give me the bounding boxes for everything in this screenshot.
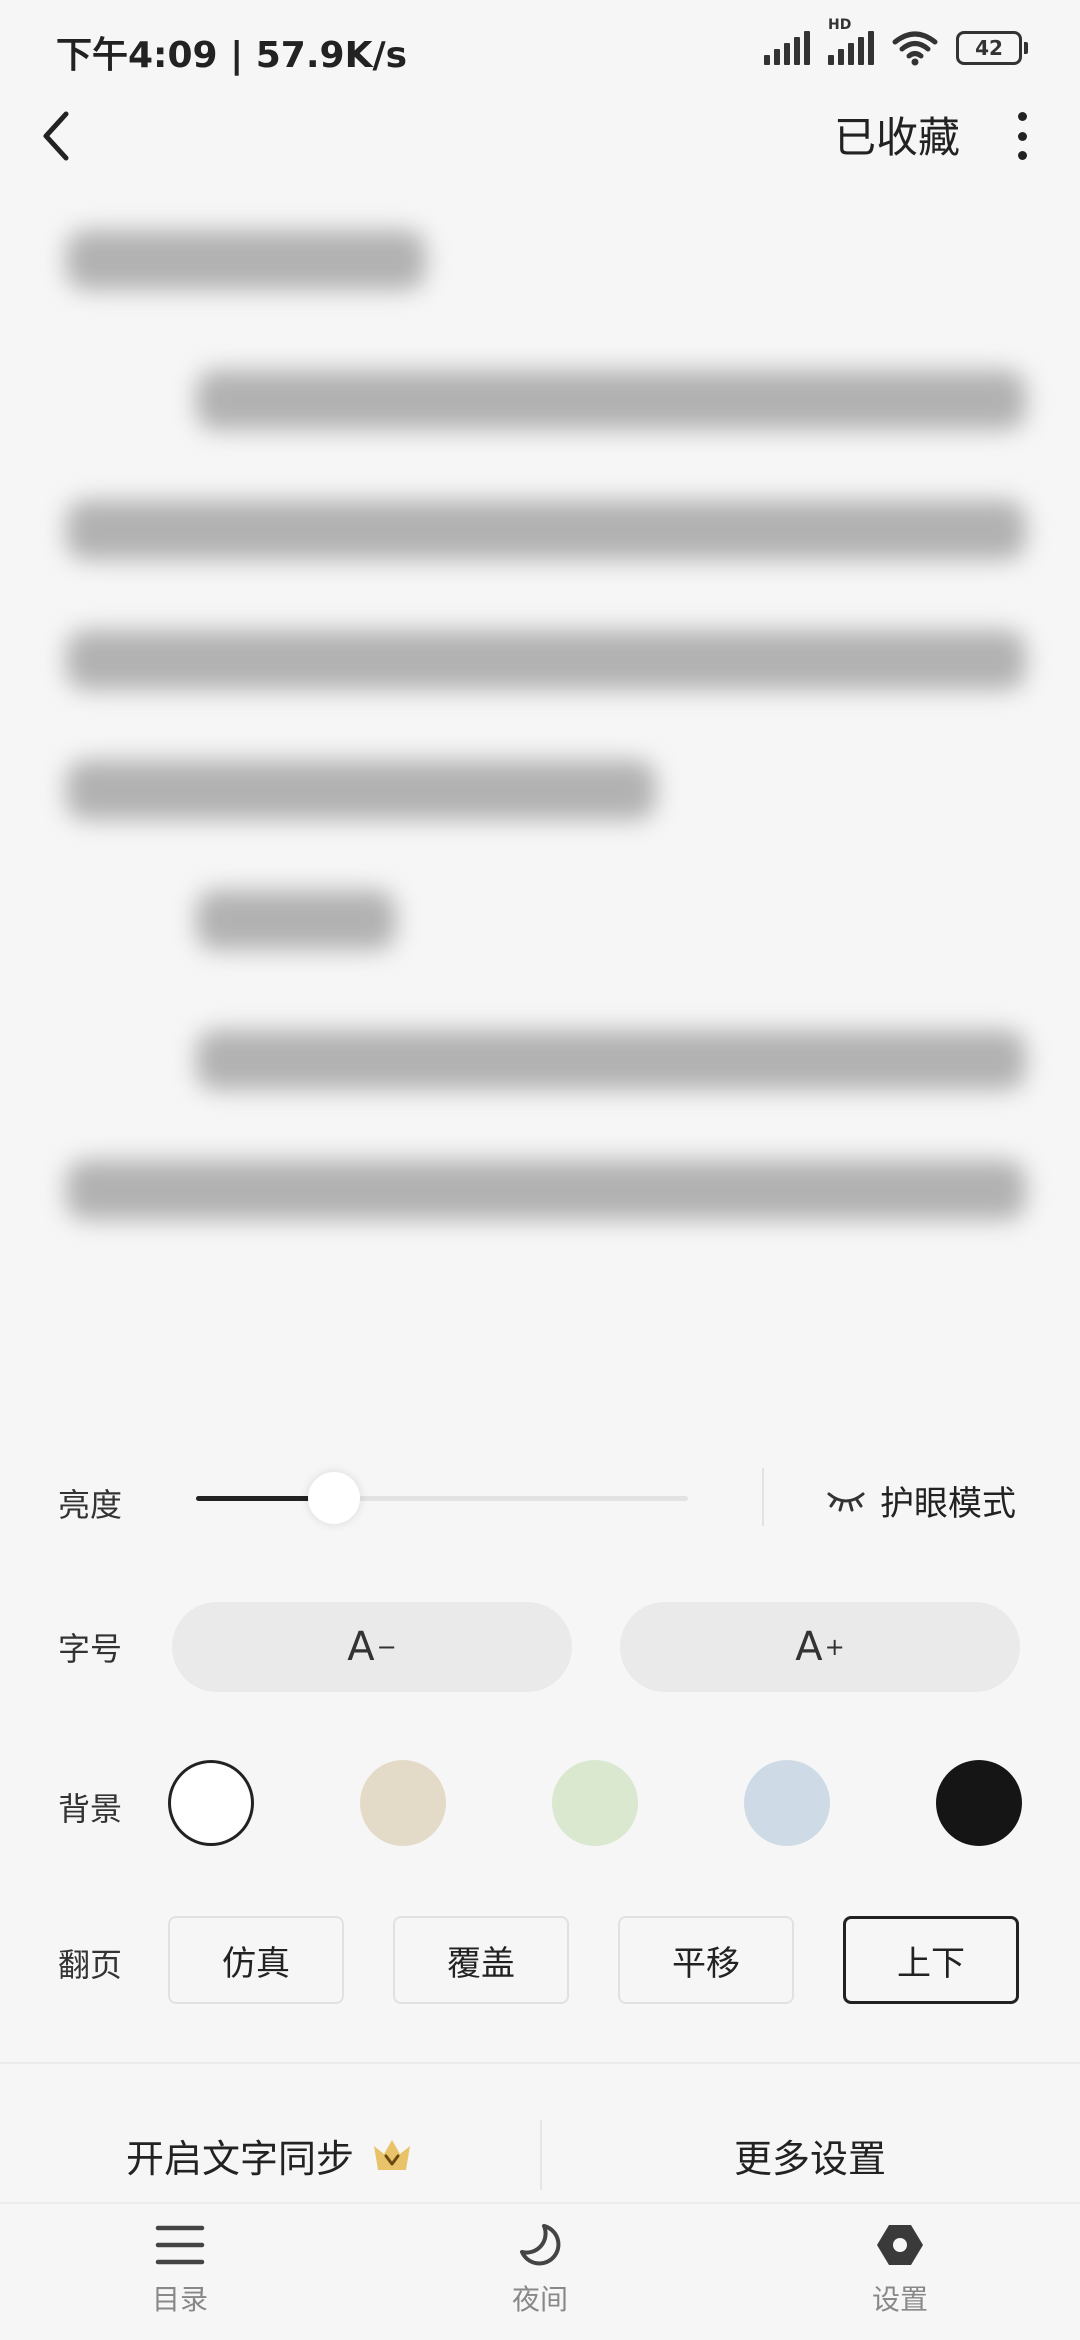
font-decrease-glyph: A [347,1624,375,1670]
page-turn-vertical-button[interactable]: 上下 [843,1916,1019,2004]
tab-night-label: 夜间 [511,2283,568,2316]
reader-page: 下午4:09 | 57.9K/s HD 42 已收藏 亮度 护眼模式 字号 A … [0,0,1080,2340]
font-decrease-button[interactable]: A − [172,1602,572,1692]
battery-icon: 42 [956,31,1028,65]
eye-mode-label: 护眼模式 [880,1484,1016,1524]
more-settings-label: 更多设置 [733,2136,886,2181]
menu-list-icon [155,2225,205,2265]
divider [0,2062,1080,2064]
font-increase-button[interactable]: A + [620,1602,1020,1692]
closed-eye-icon [827,1492,865,1511]
brightness-slider[interactable] [196,1472,688,1524]
background-swatch-beige[interactable] [360,1760,446,1846]
font-decrease-sign: − [376,1633,397,1661]
page-turn-slide-button[interactable]: 平移 [618,1916,794,2004]
background-swatch-white[interactable] [168,1760,254,1846]
background-label: 背景 [58,1790,123,1828]
text-sync-label: 开启文字同步 [125,2136,354,2181]
font-size-label: 字号 [58,1630,123,1668]
blurred-reading-content [0,200,1080,1380]
status-icons: HD 42 [764,17,1028,68]
reader-settings-panel: 亮度 护眼模式 字号 A − A + 背景 翻页 仿真 覆盖 平移 上下 开启文… [0,1420,1080,2340]
vip-crown-icon [374,2140,410,2170]
wifi-icon [892,31,938,66]
status-bar: 下午4:09 | 57.9K/s HD 42 [0,0,1080,100]
font-increase-glyph: A [795,1624,823,1670]
text-sync-button[interactable]: 开启文字同步 [0,2110,540,2200]
brightness-slider-handle[interactable] [307,1472,360,1524]
font-increase-sign: + [824,1633,845,1661]
moon-icon [520,2224,561,2266]
background-swatch-blue[interactable] [744,1760,830,1846]
signal-icon [764,31,810,65]
tab-night-mode[interactable]: 夜间 [440,2222,640,2318]
back-icon[interactable] [36,108,76,164]
background-swatch-black[interactable] [936,1760,1022,1846]
tab-contents[interactable]: 目录 [80,2222,280,2318]
divider [762,1468,764,1526]
brightness-label: 亮度 [58,1486,123,1524]
status-time: 下午4:09 | 57.9K/s [56,35,408,76]
page-turn-cover-button[interactable]: 覆盖 [393,1916,569,2004]
tab-settings-label: 设置 [871,2283,928,2316]
tab-settings[interactable]: 设置 [800,2222,1000,2318]
more-settings-button[interactable]: 更多设置 [540,2110,1080,2200]
settings-hexagon-icon [877,2225,923,2265]
hd-label: HD [828,17,852,33]
eye-protection-toggle[interactable]: 护眼模式 [826,1476,1016,1525]
page-turn-label: 翻页 [58,1946,123,1984]
battery-level: 42 [975,36,1003,60]
hd-signal-icon: HD [828,17,874,65]
background-swatch-green[interactable] [552,1760,638,1846]
tab-contents-label: 目录 [151,2283,208,2316]
divider [0,2202,1080,2204]
page-turn-simulation-button[interactable]: 仿真 [168,1916,344,2004]
collected-button[interactable]: 已收藏 [834,104,960,165]
more-options-icon[interactable] [1014,112,1030,160]
